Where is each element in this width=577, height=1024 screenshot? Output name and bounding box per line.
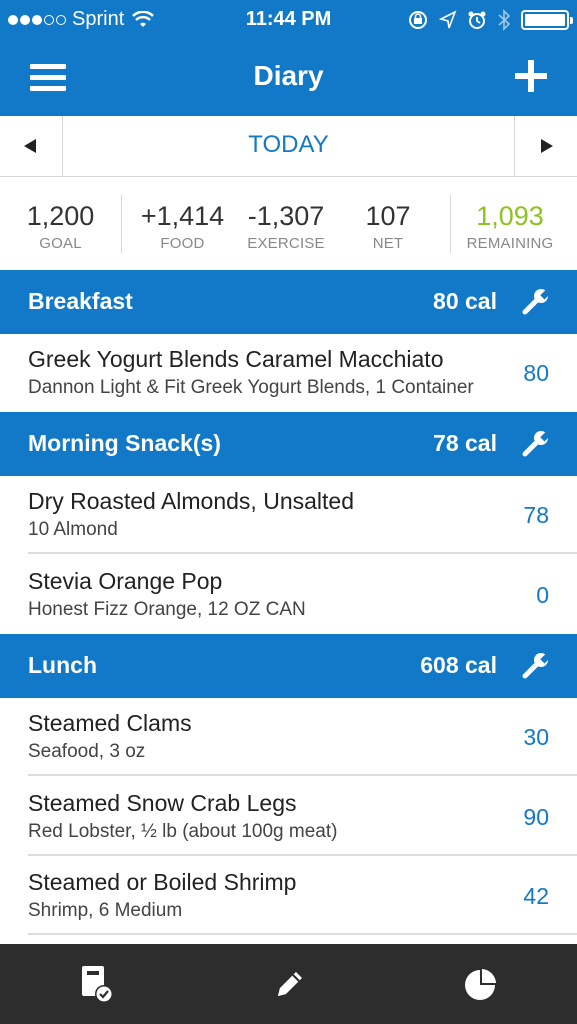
food-description: Shrimp, 6 Medium: [28, 900, 183, 921]
net-value: 107: [365, 201, 411, 231]
remaining-value: 1,093: [476, 201, 544, 231]
food-calories: 30: [523, 724, 549, 750]
food-name: Steamed or Boiled Shrimp: [28, 869, 297, 895]
food-name: Steamed Clams: [28, 710, 192, 736]
food-name: Greek Yogurt Blends Caramel Macchiato: [28, 346, 444, 372]
location-icon: [439, 10, 457, 29]
food-value: +1,414: [140, 201, 225, 231]
meal-header-breakfast[interactable]: Breakfast 80 cal: [0, 270, 577, 334]
summary-food: +1,414 FOOD: [122, 177, 243, 270]
meal-header-morning-snack[interactable]: Morning Snack(s) 78 cal: [0, 412, 577, 476]
battery-icon: [521, 10, 573, 30]
bluetooth-icon: [498, 9, 511, 31]
plus-icon[interactable]: [515, 60, 547, 92]
summary-goal: 1,200 GOAL: [0, 177, 121, 270]
food-label: FOOD: [160, 235, 205, 252]
food-description: Honest Fizz Orange, 12 OZ CAN: [28, 599, 306, 620]
pie-chart-icon: [465, 969, 496, 1000]
wrench-icon[interactable]: [521, 650, 551, 680]
food-entry[interactable]: Dry Roasted Almonds, Unsalted 10 Almond …: [0, 476, 577, 554]
net-label: NET: [372, 235, 404, 252]
food-name: Stevia Orange Pop: [28, 568, 223, 594]
triangle-left-icon: [24, 139, 36, 153]
food-calories: 78: [523, 502, 549, 528]
summary-remaining: 1,093 REMAINING: [451, 177, 569, 270]
wrench-icon[interactable]: [521, 428, 551, 458]
meal-calories: 608 cal: [420, 652, 497, 678]
meal-name: Morning Snack(s): [28, 430, 221, 456]
row-divider: [28, 933, 577, 935]
exercise-value: -1,307: [247, 201, 325, 231]
food-calories: 42: [523, 883, 549, 909]
meal-calories: 80 cal: [433, 288, 497, 314]
food-description: 10 Almond: [28, 519, 118, 540]
calorie-summary: 1,200 GOAL +1,414 FOOD -1,307 EXERCISE 1…: [0, 177, 577, 270]
exercise-label: EXERCISE: [247, 235, 325, 252]
goal-value: 1,200: [26, 201, 95, 231]
meal-name: Breakfast: [28, 288, 133, 314]
diary-check-icon: [82, 966, 113, 1003]
food-description: Dannon Light & Fit Greek Yogurt Blends, …: [28, 377, 474, 398]
food-entry[interactable]: Steamed or Boiled Shrimp Shrimp, 6 Mediu…: [0, 857, 577, 935]
date-label[interactable]: TODAY: [62, 116, 515, 176]
food-calories: 90: [523, 804, 549, 830]
remaining-label: REMAINING: [466, 235, 554, 252]
summary-exercise: -1,307 EXERCISE: [236, 177, 336, 270]
next-day-button[interactable]: [514, 116, 577, 176]
food-entry[interactable]: Stevia Orange Pop Honest Fizz Orange, 12…: [0, 556, 577, 634]
goal-label: GOAL: [39, 235, 82, 252]
rotation-lock-icon: [409, 11, 427, 29]
row-divider: [28, 552, 577, 554]
food-entry[interactable]: Steamed Clams Seafood, 3 oz 30: [0, 698, 577, 776]
wrench-icon[interactable]: [521, 286, 551, 316]
food-entry[interactable]: Steamed Snow Crab Legs Red Lobster, ½ lb…: [0, 778, 577, 856]
date-navigator: TODAY: [0, 116, 577, 177]
pencil-icon: [278, 972, 302, 996]
tab-diary[interactable]: [0, 944, 192, 1024]
tab-bar: [0, 944, 577, 1024]
food-description: Seafood, 3 oz: [28, 741, 146, 762]
page-title: Diary: [253, 60, 324, 91]
meal-calories: 78 cal: [433, 430, 497, 456]
triangle-right-icon: [541, 139, 553, 153]
status-bar: Sprint 11:44 PM: [0, 0, 577, 40]
row-divider: [28, 854, 577, 856]
alarm-icon: [468, 11, 486, 29]
tab-add-food[interactable]: [192, 944, 384, 1024]
food-calories: 80: [523, 360, 549, 386]
row-divider: [28, 774, 577, 776]
summary-net: 107 NET: [338, 177, 438, 270]
food-description: Red Lobster, ½ lb (about 100g meat): [28, 821, 338, 842]
nav-bar: Diary: [0, 40, 577, 116]
previous-day-button[interactable]: [0, 116, 63, 176]
tab-nutrition[interactable]: [384, 944, 576, 1024]
food-entry[interactable]: Greek Yogurt Blends Caramel Macchiato Da…: [0, 334, 577, 412]
meal-name: Lunch: [28, 652, 97, 678]
meal-header-lunch[interactable]: Lunch 608 cal: [0, 634, 577, 698]
status-icons: [407, 9, 573, 31]
food-name: Steamed Snow Crab Legs: [28, 790, 297, 816]
food-name: Dry Roasted Almonds, Unsalted: [28, 488, 354, 514]
food-calories: 0: [536, 582, 549, 608]
